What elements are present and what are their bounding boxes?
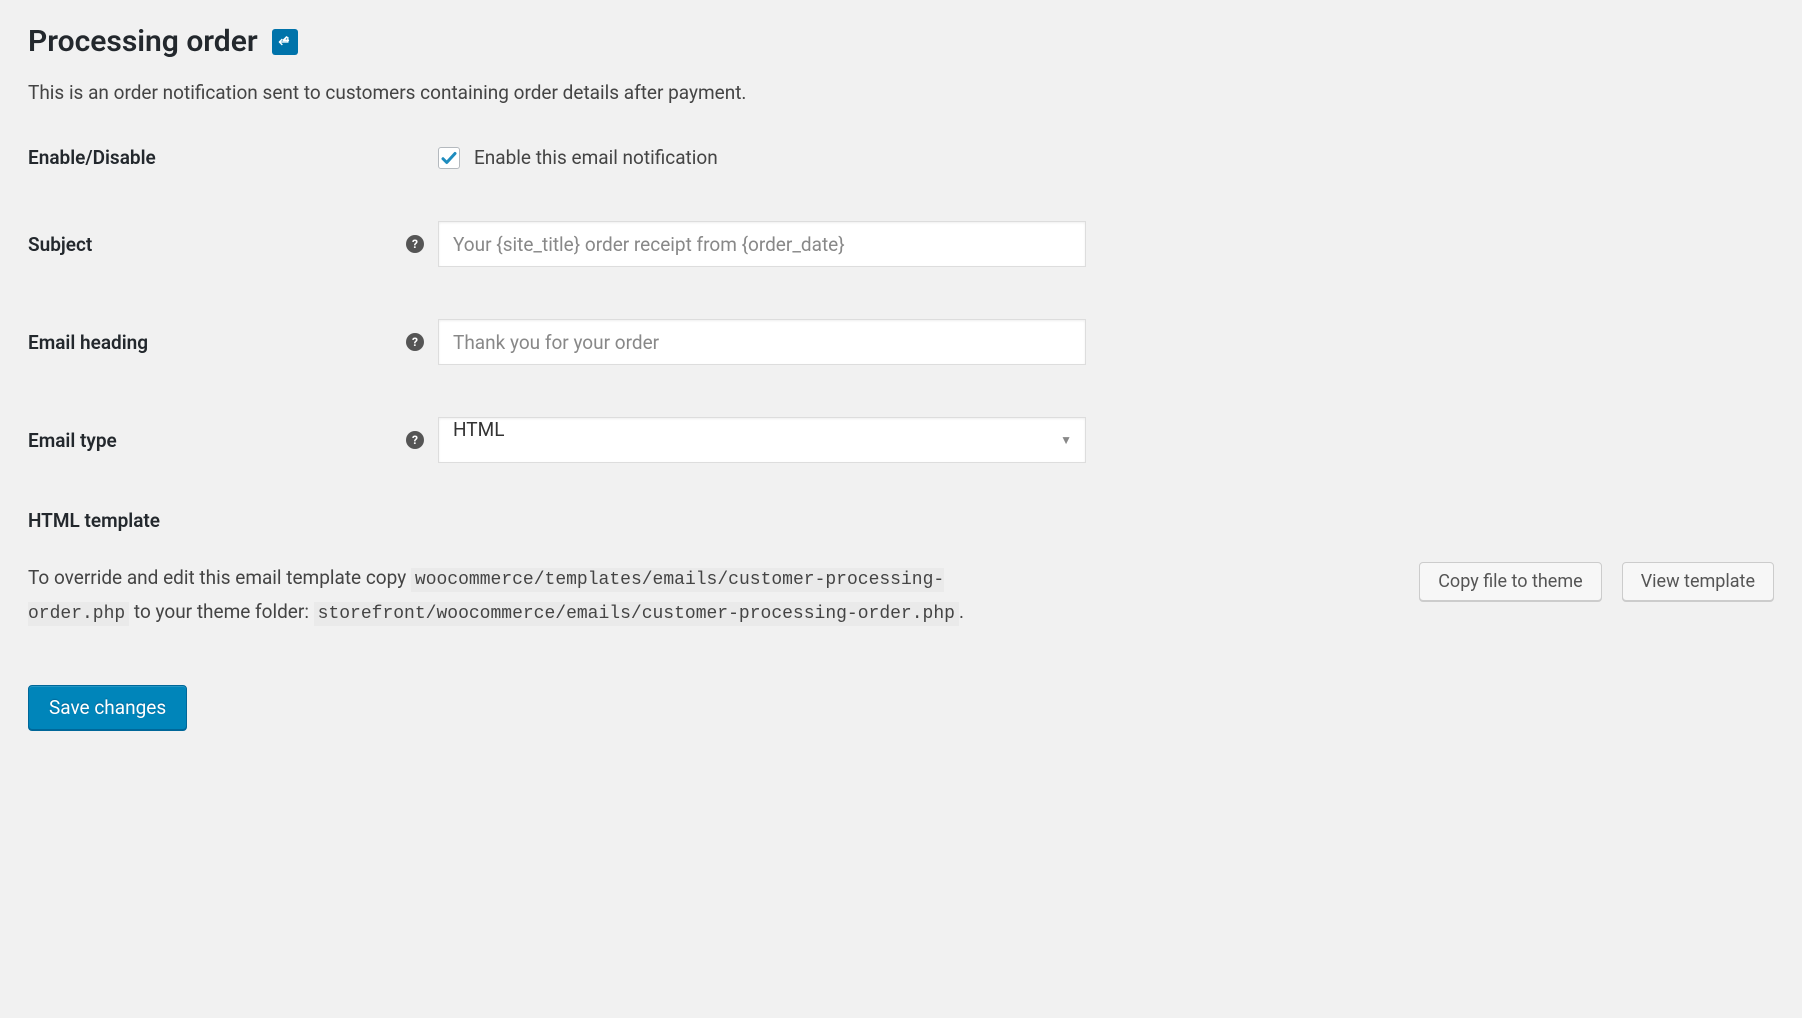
copy-file-button[interactable]: Copy file to theme: [1419, 562, 1601, 601]
label-email-type: Email type: [28, 429, 406, 452]
email-heading-input[interactable]: [438, 319, 1086, 365]
page-description: This is an order notification sent to cu…: [28, 81, 1774, 104]
label-enable-disable: Enable/Disable: [28, 146, 406, 169]
help-icon[interactable]: ?: [406, 333, 424, 351]
row-email-heading: Email heading ?: [28, 319, 1774, 365]
view-template-button[interactable]: View template: [1622, 562, 1774, 601]
enable-checkbox-label[interactable]: Enable this email notification: [474, 146, 718, 169]
help-icon[interactable]: ?: [406, 431, 424, 449]
template-text-suffix: .: [959, 600, 964, 623]
email-type-select[interactable]: HTML: [438, 417, 1086, 463]
check-icon: [440, 149, 458, 167]
label-email-heading: Email heading: [28, 331, 406, 354]
template-dest-path: storefront/woocommerce/emails/customer-p…: [314, 602, 959, 626]
enable-checkbox[interactable]: [438, 147, 460, 169]
template-text-middle: to your theme folder:: [129, 600, 313, 623]
row-enable-disable: Enable/Disable Enable this email notific…: [28, 146, 1774, 169]
template-row: To override and edit this email template…: [28, 562, 1774, 629]
label-subject: Subject: [28, 233, 406, 256]
help-icon[interactable]: ?: [406, 235, 424, 253]
template-instructions: To override and edit this email template…: [28, 562, 988, 629]
back-icon[interactable]: ↵: [272, 29, 298, 55]
row-subject: Subject ?: [28, 221, 1774, 267]
subject-input[interactable]: [438, 221, 1086, 267]
page-title: Processing order: [28, 24, 258, 59]
row-email-type: Email type ? HTML ▼: [28, 417, 1774, 463]
html-template-heading: HTML template: [28, 509, 1774, 532]
template-text-prefix: To override and edit this email template…: [28, 566, 411, 589]
save-changes-button[interactable]: Save changes: [28, 685, 187, 730]
